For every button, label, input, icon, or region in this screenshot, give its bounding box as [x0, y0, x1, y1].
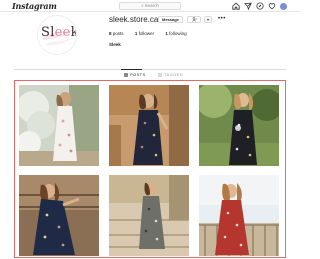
post-image	[109, 85, 189, 166]
grid-icon	[124, 72, 128, 77]
search-icon: ⌕	[141, 3, 144, 8]
stat-following[interactable]: 1 following	[165, 31, 186, 36]
tab-tagged[interactable]: TAGGED	[158, 72, 183, 77]
avatar[interactable]	[280, 2, 287, 10]
profile-username: sleek.store.ca	[109, 15, 159, 24]
post-thumbnail[interactable]	[199, 175, 279, 256]
paper-plane-icon[interactable]	[244, 2, 252, 10]
post-thumbnail[interactable]	[19, 85, 99, 166]
heart-icon[interactable]	[268, 2, 276, 10]
profile-avatar[interactable]: Sleek	[37, 15, 77, 55]
suggestions-dropdown-button[interactable]: ▾	[204, 16, 212, 23]
message-button[interactable]: Message	[158, 16, 183, 23]
search-placeholder: Search	[144, 3, 159, 8]
compass-icon[interactable]	[256, 2, 264, 10]
post-image	[19, 85, 99, 166]
stat-posts: 8 posts	[109, 31, 124, 36]
post-thumbnail[interactable]	[109, 85, 189, 166]
tag-icon	[158, 72, 162, 77]
home-icon[interactable]	[232, 2, 240, 10]
following-button[interactable]	[187, 16, 201, 23]
more-options-button[interactable]: •••	[218, 16, 226, 22]
post-image	[19, 175, 99, 256]
post-image	[109, 175, 189, 256]
search-input[interactable]: ⌕Search	[119, 2, 181, 10]
stat-followers[interactable]: 1 follower	[135, 31, 154, 36]
chevron-down-icon: ▾	[206, 17, 209, 22]
post-thumbnail[interactable]	[199, 85, 279, 166]
active-tab-indicator	[121, 69, 142, 70]
post-image	[199, 175, 279, 256]
tab-posts[interactable]: POSTS	[124, 72, 146, 77]
tab-posts-label: POSTS	[130, 72, 146, 77]
post-thumbnail[interactable]	[19, 175, 99, 256]
tab-tagged-label: TAGGED	[164, 72, 183, 77]
nav-icons	[232, 2, 287, 10]
post-thumbnail[interactable]	[109, 175, 189, 256]
post-image	[199, 85, 279, 166]
profile-full-name: Sleek	[109, 42, 121, 47]
instagram-logo[interactable]: Instagram	[12, 1, 57, 11]
profile-stats: 8 posts 1 follower 1 following	[109, 31, 197, 36]
tabs-divider	[14, 69, 286, 70]
avatar-logo-text: Sleek	[41, 25, 76, 40]
person-check-icon	[191, 17, 197, 22]
top-nav: Instagram ⌕Search	[0, 0, 300, 12]
